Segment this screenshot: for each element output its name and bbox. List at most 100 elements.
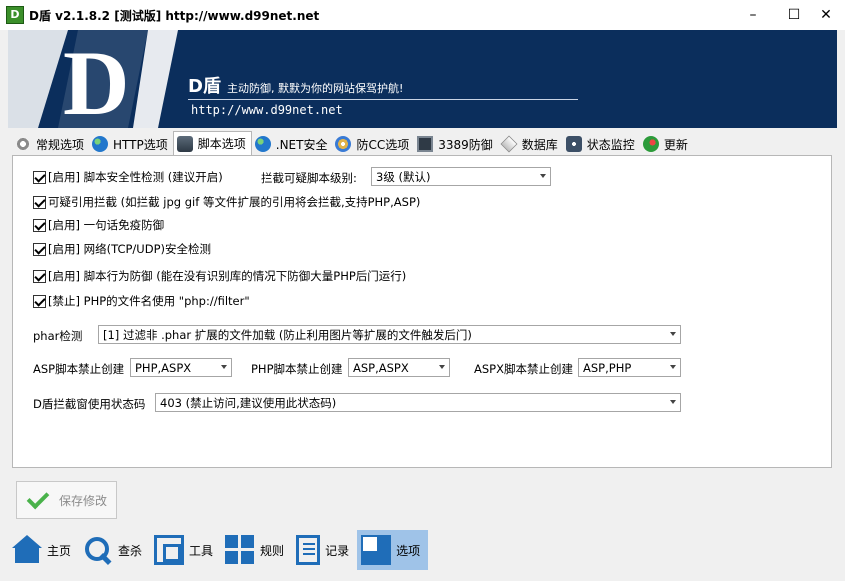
php-create-value: ASP,ASPX	[353, 360, 409, 375]
options-icon	[361, 535, 392, 565]
tab-label: 脚本选项	[197, 137, 246, 151]
save-button[interactable]: 保存修改	[16, 481, 117, 519]
tab-label: 更新	[663, 137, 688, 152]
chevron-down-icon	[670, 400, 676, 404]
nav-options[interactable]: 选项	[357, 530, 429, 570]
update-icon	[642, 136, 659, 152]
nav-label: 规则	[260, 543, 285, 558]
network-check-label: [启用] 网络(TCP/UDP)安全检测	[48, 242, 211, 256]
rules-icon	[225, 535, 256, 565]
nav-label: 查杀	[118, 543, 143, 558]
tab-label: .NET安全	[275, 137, 328, 152]
chevron-down-icon	[670, 365, 676, 369]
nav-label: 选项	[396, 543, 421, 558]
phar-value: [1] 过滤非 .phar 扩展的文件加载 (防止利用图片等扩展的文件触发后门)	[103, 327, 472, 342]
brand-name: D盾	[188, 76, 221, 97]
one-liner-checkbox[interactable]	[33, 218, 46, 232]
tools-icon	[154, 535, 185, 565]
logo-letter: D	[63, 32, 129, 128]
script-check-checkbox[interactable]	[33, 170, 46, 184]
nav-tools[interactable]: 工具	[150, 530, 221, 570]
behavior-defense-checkbox[interactable]	[33, 269, 46, 283]
asp-create-label: ASP脚本禁止创建	[33, 362, 125, 376]
status-code-label: D盾拦截窗使用状态码	[33, 397, 146, 411]
php-create-label: PHP脚本禁止创建	[251, 362, 343, 376]
bottom-nav: 主页 查杀 工具 规则 记录 选项	[8, 530, 429, 570]
tab-label: 防CC选项	[356, 137, 410, 152]
php-filter-row[interactable]: [禁止] PHP的文件名使用 "php://filter"	[33, 293, 250, 309]
nav-rules[interactable]: 规则	[221, 530, 292, 570]
tab-script[interactable]: 脚本选项	[172, 131, 252, 155]
tab-dotnet[interactable]: .NET安全	[252, 133, 333, 155]
intercept-level-label: 拦截可疑脚本级别:	[261, 171, 357, 185]
tab-status[interactable]: 状态监控	[563, 133, 640, 155]
tab-anti-cc[interactable]: 防CC选项	[332, 133, 414, 155]
tab-database[interactable]: 数据库	[498, 133, 563, 155]
database-icon	[500, 135, 518, 153]
close-button[interactable]: ✕	[808, 0, 844, 30]
behavior-defense-row[interactable]: [启用] 脚本行为防御 (能在没有识别库的情况下防御大量PHP后门运行)	[33, 268, 406, 284]
network-check-row[interactable]: [启用] 网络(TCP/UDP)安全检测	[33, 241, 211, 257]
home-icon	[12, 535, 42, 565]
tab-label: HTTP选项	[113, 137, 168, 152]
globe-icon	[254, 136, 271, 152]
tab-label: 状态监控	[586, 137, 635, 152]
asp-create-select[interactable]: PHP,ASPX	[130, 358, 232, 377]
asp-create-value: PHP,ASPX	[135, 360, 192, 375]
phar-select[interactable]: [1] 过滤非 .phar 扩展的文件加载 (防止利用图片等扩展的文件触发后门)	[98, 325, 681, 344]
intercept-level-value: 3级 (默认)	[376, 169, 431, 184]
d-logo: D	[8, 30, 178, 128]
search-icon	[83, 535, 113, 565]
tab-3389[interactable]: 3389防御	[414, 133, 498, 155]
log-icon	[296, 535, 321, 565]
tab-general[interactable]: 常规选项	[12, 133, 89, 155]
globe-icon	[92, 136, 109, 152]
php-filter-label: [禁止] PHP的文件名使用 "php://filter"	[48, 294, 250, 308]
nav-log[interactable]: 记录	[292, 530, 357, 570]
tab-label: 3389防御	[438, 137, 493, 152]
script-check-row[interactable]: [启用] 脚本安全性检测 (建议开启)	[33, 169, 223, 185]
nav-label: 工具	[189, 543, 214, 558]
intercept-level-select[interactable]: 3级 (默认)	[371, 167, 551, 186]
tab-label: 数据库	[521, 137, 558, 152]
aspx-create-value: ASP,PHP	[583, 360, 632, 375]
chevron-down-icon	[439, 365, 445, 369]
aspx-create-select[interactable]: ASP,PHP	[578, 358, 681, 377]
aspx-create-label: ASPX脚本禁止创建	[474, 362, 573, 376]
status-code-select[interactable]: 403 (禁止访问,建议使用此状态码)	[155, 393, 681, 412]
minimize-button[interactable]: –	[735, 0, 771, 30]
suspicious-ref-checkbox[interactable]	[33, 195, 46, 209]
status-code-value: 403 (禁止访问,建议使用此状态码)	[160, 395, 337, 410]
nav-scan[interactable]: 查杀	[79, 530, 150, 570]
maximize-button[interactable]: ☐	[776, 0, 812, 30]
monitor-icon	[417, 136, 434, 152]
nav-label: 记录	[325, 543, 350, 558]
banner-divider	[188, 99, 578, 100]
nav-home[interactable]: 主页	[8, 530, 79, 570]
tab-http[interactable]: HTTP选项	[89, 133, 173, 155]
suspicious-ref-row[interactable]: 可疑引用拦截 (如拦截 jpg gif 等文件扩展的引用将会拦截,支持PHP,A…	[33, 194, 420, 210]
suspicious-ref-label: 可疑引用拦截 (如拦截 jpg gif 等文件扩展的引用将会拦截,支持PHP,A…	[48, 195, 421, 209]
script-check-label: [启用] 脚本安全性检测 (建议开启)	[48, 170, 223, 184]
tab-label: 常规选项	[36, 137, 85, 152]
one-liner-row[interactable]: [启用] 一句话免疫防御	[33, 217, 164, 233]
app-icon: D	[6, 6, 24, 24]
gear-icon	[15, 136, 31, 152]
chevron-down-icon	[221, 365, 227, 369]
checkmark-icon	[25, 488, 49, 512]
banner: D D盾 主动防御, 默默为你的网站保驾护航! http://www.d99ne…	[8, 30, 837, 128]
save-button-label: 保存修改	[59, 493, 108, 508]
banner-url[interactable]: http://www.d99net.net	[191, 103, 343, 117]
php-create-select[interactable]: ASP,ASPX	[348, 358, 450, 377]
phar-label: phar检测	[33, 329, 83, 343]
tab-update[interactable]: 更新	[640, 133, 693, 155]
chevron-down-icon	[540, 174, 546, 178]
brand-slogan: 主动防御, 默默为你的网站保驾护航!	[226, 82, 404, 95]
disc-icon	[335, 136, 352, 152]
php-filter-checkbox[interactable]	[33, 294, 46, 308]
tab-strip: 常规选项 HTTP选项 脚本选项 .NET安全 防CC选项 3389防御 数据库…	[12, 131, 693, 155]
network-check-checkbox[interactable]	[33, 242, 46, 256]
banner-brand: D盾 主动防御, 默默为你的网站保驾护航!	[188, 72, 403, 98]
chevron-down-icon	[670, 332, 676, 336]
title-bar: D D盾 v2.1.8.2 [测试版] http://www.d99net.ne…	[0, 0, 845, 30]
